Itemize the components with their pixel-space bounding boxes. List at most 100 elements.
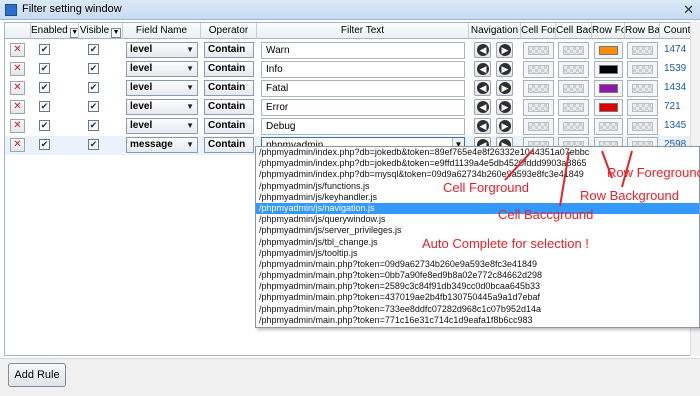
enabled-checkbox[interactable]: ✔ <box>39 82 50 93</box>
visible-checkbox[interactable]: ✔ <box>88 44 99 55</box>
header-navigation[interactable]: Navigation <box>469 23 521 39</box>
filter-text-input[interactable]: Error <box>261 99 465 116</box>
filter-text-input[interactable]: Warn <box>261 42 465 59</box>
row-background-color-button[interactable] <box>627 80 658 97</box>
visible-checkbox[interactable]: ✔ <box>88 63 99 74</box>
field-name-select[interactable]: level ▼ <box>126 118 198 134</box>
delete-rule-icon[interactable]: ✕ <box>10 138 25 152</box>
operator-select[interactable]: Contain <box>204 99 254 115</box>
enabled-checkbox[interactable]: ✔ <box>39 44 50 55</box>
cell-foreground-color-button[interactable] <box>523 42 554 59</box>
cell-background-color-button[interactable] <box>558 42 589 59</box>
delete-rule-icon[interactable]: ✕ <box>10 62 25 76</box>
autocomplete-item[interactable]: /phpmyadmin/main.php?token=0bb7a90fe8ed9… <box>256 270 699 281</box>
autocomplete-item[interactable]: /phpmyadmin/main.php?token=09d9a62734b26… <box>256 259 699 270</box>
autocomplete-item[interactable]: /phpmyadmin/main.php?token=2589c3c84f91d… <box>256 281 699 292</box>
navigate-next-button[interactable]: ▶ <box>496 118 513 134</box>
filter-text-input[interactable]: Info <box>261 61 465 78</box>
delete-rule-icon[interactable]: ✕ <box>10 100 25 114</box>
row-background-color-button[interactable] <box>627 99 658 116</box>
color-swatch <box>599 103 618 112</box>
visible-checkbox[interactable]: ✔ <box>88 120 99 131</box>
operator-select[interactable]: Contain <box>204 61 254 77</box>
delete-rule-icon[interactable]: ✕ <box>10 81 25 95</box>
field-name-select[interactable]: level ▼ <box>126 99 198 115</box>
autocomplete-item[interactable]: /phpmyadmin/index.php?db=jokedb&token=89… <box>256 147 699 158</box>
field-name-select[interactable]: level ▼ <box>126 80 198 96</box>
navigate-next-button[interactable]: ▶ <box>496 99 513 115</box>
filter-text-input[interactable]: Fatal <box>261 80 465 97</box>
cell-foreground-color-button[interactable] <box>523 61 554 78</box>
cell-background-color-button[interactable] <box>558 61 589 78</box>
field-name-select[interactable]: level ▼ <box>126 42 198 58</box>
table-row[interactable]: ✕ ✔ ✔ level ▼ Contain Error ◀ ▶ 721 <box>5 98 695 117</box>
cell-foreground-color-button[interactable] <box>523 99 554 116</box>
navigate-next-button[interactable]: ▶ <box>496 42 513 58</box>
transparent-swatch <box>599 122 618 131</box>
navigate-previous-button[interactable]: ◀ <box>474 99 491 115</box>
autocomplete-item[interactable]: /phpmyadmin/main.php?token=437019ae2b4fb… <box>256 292 699 303</box>
row-background-color-button[interactable] <box>627 42 658 59</box>
table-row[interactable]: ✕ ✔ ✔ level ▼ Contain Warn ◀ ▶ 1474 <box>5 41 695 60</box>
transparent-swatch <box>563 122 584 131</box>
navigate-previous-button[interactable]: ◀ <box>474 61 491 77</box>
filter-dropdown-icon[interactable]: ▼ <box>111 28 122 38</box>
table-row[interactable]: ✕ ✔ ✔ level ▼ Contain Fatal ◀ ▶ 1434 <box>5 79 695 98</box>
close-icon[interactable]: ✕ <box>683 2 694 18</box>
table-row[interactable]: ✕ ✔ ✔ level ▼ Contain Debug ◀ ▶ 1345 <box>5 117 695 136</box>
add-rule-button[interactable]: Add Rule <box>8 363 66 387</box>
header-cell-foreground[interactable]: Cell For <box>521 23 556 39</box>
operator-select[interactable]: Contain <box>204 137 254 153</box>
row-foreground-color-button[interactable] <box>594 42 623 59</box>
row-foreground-color-button[interactable] <box>594 118 623 135</box>
enabled-checkbox[interactable]: ✔ <box>39 139 50 150</box>
table-row[interactable]: ✕ ✔ ✔ level ▼ Contain Info ◀ ▶ 1539 <box>5 60 695 79</box>
delete-rule-icon[interactable]: ✕ <box>10 119 25 133</box>
row-background-color-button[interactable] <box>627 118 658 135</box>
cell-foreground-color-button[interactable] <box>523 118 554 135</box>
operator-select[interactable]: Contain <box>204 118 254 134</box>
header-field-name[interactable]: Field Name <box>123 23 201 39</box>
header-filter-text[interactable]: Filter Text <box>257 23 469 39</box>
autocomplete-item[interactable]: /phpmyadmin/main.php?token=771c16e31c714… <box>256 315 699 326</box>
header-visible[interactable]: Visible ▼ <box>79 23 123 39</box>
header-row-background[interactable]: Row Bac <box>625 23 660 39</box>
enabled-checkbox[interactable]: ✔ <box>39 101 50 112</box>
autocomplete-item[interactable]: /phpmyadmin/js/navigation.js <box>256 202 699 215</box>
autocomplete-item[interactable]: /phpmyadmin/main.php?token=733ee8ddfc072… <box>256 304 699 315</box>
enabled-checkbox[interactable]: ✔ <box>39 120 50 131</box>
header-row-foreground[interactable]: Row For <box>592 23 625 39</box>
navigate-previous-button[interactable]: ◀ <box>474 118 491 134</box>
cell-background-color-button[interactable] <box>558 99 589 116</box>
row-foreground-color-button[interactable] <box>594 99 623 116</box>
cell-background-color-button[interactable] <box>558 80 589 97</box>
filter-text-input[interactable]: Debug <box>261 118 465 135</box>
transparent-swatch <box>632 103 653 112</box>
color-swatch <box>599 46 618 55</box>
operator-select[interactable]: Contain <box>204 80 254 96</box>
visible-checkbox[interactable]: ✔ <box>88 101 99 112</box>
navigate-next-button[interactable]: ▶ <box>496 61 513 77</box>
row-background-color-button[interactable] <box>627 61 658 78</box>
delete-rule-icon[interactable]: ✕ <box>10 43 25 57</box>
header-cell-background[interactable]: Cell Bac <box>556 23 592 39</box>
autocomplete-item[interactable]: /phpmyadmin/js/querywindow.js <box>256 214 699 225</box>
autocomplete-item[interactable]: /phpmyadmin/js/server_privileges.js <box>256 225 699 236</box>
field-name-select[interactable]: level ▼ <box>126 61 198 77</box>
cell-foreground-color-button[interactable] <box>523 80 554 97</box>
operator-select[interactable]: Contain <box>204 42 254 58</box>
navigate-previous-button[interactable]: ◀ <box>474 80 491 96</box>
header-operator[interactable]: Operator <box>201 23 257 39</box>
row-foreground-color-button[interactable] <box>594 61 623 78</box>
enabled-checkbox[interactable]: ✔ <box>39 63 50 74</box>
field-name-select[interactable]: message ▼ <box>126 137 198 153</box>
visible-checkbox[interactable]: ✔ <box>88 82 99 93</box>
row-foreground-color-button[interactable] <box>594 80 623 97</box>
cell-background-color-button[interactable] <box>558 118 589 135</box>
filter-dropdown-icon[interactable]: ▼ <box>69 28 78 38</box>
navigate-next-button[interactable]: ▶ <box>496 80 513 96</box>
visible-checkbox[interactable]: ✔ <box>88 139 99 150</box>
header-enabled[interactable]: Enabled ▼ <box>31 23 79 39</box>
navigate-previous-button[interactable]: ◀ <box>474 42 491 58</box>
title-bar: Filter setting window ✕ <box>0 0 700 20</box>
